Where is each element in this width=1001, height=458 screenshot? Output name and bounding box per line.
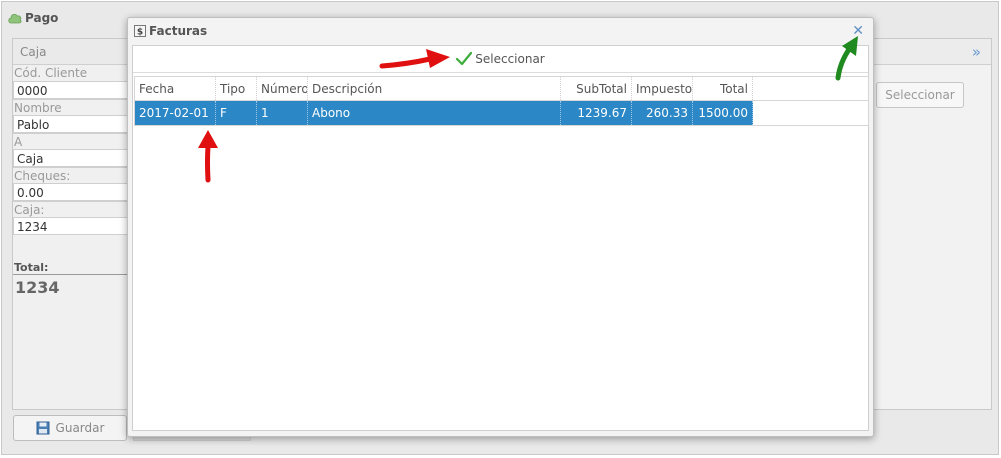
dialog-toolbar: Seleccionar <box>133 46 868 73</box>
cash-label: Caja: <box>13 201 129 217</box>
cash-field[interactable]: 1234 <box>13 217 129 235</box>
column-header-impuestos[interactable]: Impuestos <box>632 77 693 100</box>
cash-panel-header: Caja <box>13 39 129 65</box>
cell-subtotal[interactable]: 1239.67 <box>561 101 632 125</box>
save-button-label: Guardar <box>55 421 105 435</box>
dialog-title: $ Facturas <box>133 24 207 38</box>
window-title: Pago <box>8 10 58 26</box>
column-header-subtotal[interactable]: SubTotal <box>561 77 632 100</box>
cell-tipo[interactable]: F <box>216 101 257 125</box>
client-code-label: Cód. Cliente <box>14 66 88 80</box>
cheques-label: Cheques: <box>13 167 129 183</box>
window-title-text: Pago <box>25 11 59 25</box>
cell-descripcion[interactable]: Abono <box>308 101 561 125</box>
save-button[interactable]: Guardar <box>13 415 127 441</box>
invoices-grid: Fecha Tipo Número Descripción SubTotal I… <box>134 76 869 126</box>
select-invoice-label: Seleccionar <box>475 52 545 66</box>
cell-impuestos[interactable]: 260.33 <box>632 101 693 125</box>
to-label: A <box>13 133 129 149</box>
total-label: Total: <box>13 261 129 275</box>
save-disk-icon <box>36 421 50 435</box>
cell-total[interactable]: 1500.00 <box>693 101 753 125</box>
checkmark-icon <box>456 52 473 66</box>
invoice-icon: $ <box>134 25 146 38</box>
client-code-field[interactable]: 0000 <box>13 81 129 99</box>
double-chevron-right-icon[interactable]: » <box>972 43 981 61</box>
cloud-icon <box>8 13 22 24</box>
column-header-fecha[interactable]: Fecha <box>135 77 216 100</box>
invoices-dialog: $ Facturas ✕ Seleccionar Fecha Tipo Núme… <box>127 17 874 437</box>
select-invoice-button[interactable]: Seleccionar <box>456 52 545 66</box>
name-label: Nombre <box>13 99 129 115</box>
close-icon[interactable]: ✕ <box>852 23 864 39</box>
grid-header: Fecha Tipo Número Descripción SubTotal I… <box>134 76 869 101</box>
background-select-button[interactable]: Seleccionar <box>876 82 964 108</box>
name-field[interactable]: Pablo <box>13 115 129 133</box>
cell-numero[interactable]: 1 <box>257 101 308 125</box>
to-field[interactable]: Caja <box>13 149 129 167</box>
dialog-title-text: Facturas <box>149 24 208 38</box>
svg-text:$: $ <box>137 28 143 38</box>
column-header-filler <box>753 77 868 100</box>
cheques-field[interactable]: 0.00 <box>13 183 129 201</box>
cell-filler <box>753 101 868 125</box>
column-header-numero[interactable]: Número <box>257 77 308 100</box>
table-row[interactable]: 2017-02-01 F 1 Abono 1239.67 260.33 1500… <box>134 101 869 126</box>
cell-fecha[interactable]: 2017-02-01 <box>135 101 216 125</box>
total-value: 1234 <box>15 278 60 297</box>
column-header-tipo[interactable]: Tipo <box>216 77 257 100</box>
column-header-descripcion[interactable]: Descripción <box>308 77 561 100</box>
dialog-body: Seleccionar Fecha Tipo Número Descripció… <box>132 45 869 431</box>
cash-panel: Caja Cód. Cliente 0000 Nombre Pablo A Ca… <box>12 38 130 410</box>
column-header-total[interactable]: Total <box>693 77 753 100</box>
